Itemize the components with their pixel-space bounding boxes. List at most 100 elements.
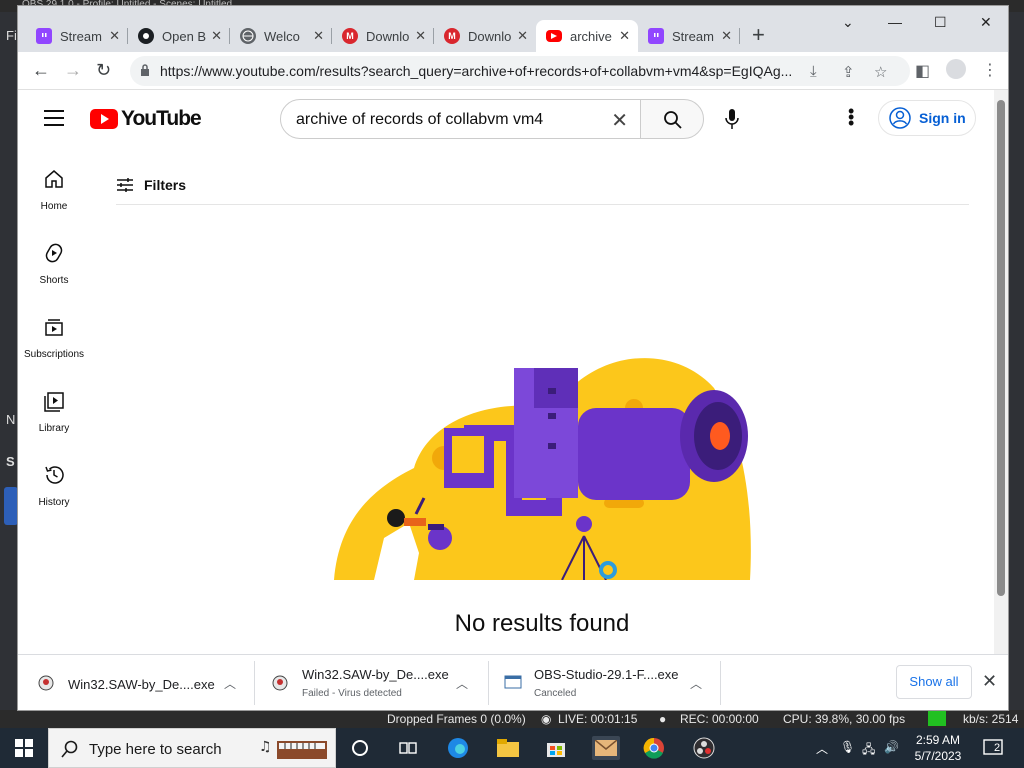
more-options-icon[interactable]: • • • — [848, 102, 854, 132]
search-input[interactable]: archive of records of collabvm vm4 ✕ — [280, 99, 641, 139]
bookmark-star-icon[interactable]: ☆ — [874, 63, 887, 81]
taskbar-search-placeholder: Type here to search — [89, 741, 222, 758]
close-window-icon[interactable]: ✕ — [980, 14, 992, 31]
tab-download-1[interactable]: M Downlo ✕ — [332, 20, 434, 52]
sign-in-button[interactable]: Sign in — [878, 100, 976, 136]
edge-icon[interactable] — [446, 736, 470, 760]
shorts-icon — [45, 243, 63, 263]
globe-icon — [240, 28, 256, 44]
network-icon[interactable]: 🖧 — [862, 740, 875, 761]
sidebar-item-shorts[interactable]: Shorts — [18, 242, 90, 288]
live-timer: LIVE: 00:01:15 — [558, 712, 638, 726]
cpu-usage: CPU: 39.8%, 30.00 fps — [783, 712, 906, 726]
address-bar[interactable]: https://www.youtube.com/results?search_q… — [130, 56, 910, 86]
notifications-icon[interactable]: 2 — [982, 736, 1006, 760]
cortana-icon[interactable] — [348, 736, 372, 760]
chevron-up-icon[interactable]: ︿ — [690, 675, 702, 692]
mail-icon[interactable] — [592, 736, 620, 760]
exe-file-icon — [272, 675, 288, 691]
mega-icon: M — [444, 28, 460, 44]
twitch-icon — [36, 28, 52, 44]
system-clock[interactable]: 2:59 AM 5/7/2023 — [906, 732, 970, 764]
show-hidden-icons-chevron-icon[interactable]: ︿ — [816, 740, 828, 757]
dropped-frames: Dropped Frames 0 (0.0%) — [387, 712, 526, 726]
windows-start-icon[interactable] — [12, 736, 36, 760]
obs-scene-button[interactable] — [4, 487, 18, 525]
profile-icon[interactable] — [946, 59, 966, 79]
rec-timer: REC: 00:00:00 — [680, 712, 759, 726]
forward-arrow-icon[interactable]: → — [64, 61, 82, 79]
reload-icon[interactable]: ↻ — [96, 61, 111, 79]
share-icon[interactable]: ⇪ — [842, 63, 855, 81]
chrome-icon[interactable] — [642, 736, 666, 760]
notification-count: 2 — [994, 742, 1001, 754]
chevron-up-icon[interactable]: ︿ — [224, 675, 236, 692]
microsoft-store-icon[interactable] — [544, 736, 568, 760]
filters-button[interactable]: Filters — [116, 176, 186, 194]
scrollbar-thumb[interactable] — [997, 100, 1005, 596]
close-tab-icon[interactable]: ✕ — [211, 28, 222, 44]
download-item[interactable]: Win32.SAW-by_De....exe Failed - Virus de… — [272, 661, 490, 705]
task-view-icon[interactable] — [396, 736, 420, 760]
close-tab-icon[interactable]: ✕ — [721, 28, 732, 44]
download-item[interactable]: Win32.SAW-by_De....exe ︿ — [38, 661, 256, 705]
clock-time: 2:59 AM — [915, 733, 961, 747]
show-all-button[interactable]: Show all — [896, 665, 972, 699]
sidebar-item-home[interactable]: Home — [18, 168, 90, 214]
tab-download-2[interactable]: M Downlo ✕ — [434, 20, 536, 52]
chrome-menu-icon[interactable]: ⋮ — [982, 60, 998, 80]
taskbar-search-box[interactable]: Type here to search ♫ — [48, 728, 336, 768]
maximize-icon[interactable]: ☐ — [934, 14, 947, 31]
close-shelf-icon[interactable]: ✕ — [982, 671, 997, 692]
close-tab-icon[interactable]: ✕ — [313, 28, 324, 44]
tab-twitch-stream[interactable]: Stream ✕ — [26, 20, 128, 52]
sidebar-item-history[interactable]: History — [18, 464, 90, 510]
search-button[interactable] — [640, 99, 704, 139]
volume-icon[interactable]: 🔊 — [884, 740, 899, 754]
obs-left-panel: Fi N S — [0, 12, 18, 712]
side-panel-icon[interactable]: ◧ — [915, 61, 930, 81]
download-filename: OBS-Studio-29.1-F....exe — [534, 667, 679, 682]
download-item[interactable]: OBS-Studio-29.1-F....exe Canceled ︿ — [504, 661, 722, 705]
search-query[interactable]: archive of records of collabvm vm4 — [296, 111, 543, 129]
chevron-up-icon[interactable]: ︿ — [456, 675, 468, 692]
microphone-tray-icon[interactable]: 🎙 — [840, 740, 855, 754]
sign-in-label: Sign in — [919, 110, 966, 126]
close-tab-icon[interactable]: ✕ — [415, 28, 426, 44]
sidebar-item-label: Home — [40, 201, 68, 212]
tab-title: Welco — [264, 28, 300, 44]
empty-state-message: No results found — [454, 610, 630, 637]
close-tab-icon[interactable]: ✕ — [109, 28, 120, 44]
youtube-logo[interactable]: YouTube — [90, 107, 202, 131]
clear-search-icon[interactable]: ✕ — [611, 108, 628, 133]
page-scrollbar[interactable] — [994, 90, 1008, 654]
tab-twitch-stream-2[interactable]: Stream ✕ — [638, 20, 740, 52]
exe-file-icon — [38, 675, 54, 691]
tab-search-chevron-icon[interactable]: ⌄ — [842, 14, 854, 31]
back-arrow-icon[interactable]: ← — [32, 61, 50, 79]
close-tab-icon[interactable]: ✕ — [619, 28, 630, 44]
download-filename: Win32.SAW-by_De....exe — [68, 677, 215, 692]
youtube-play-icon — [90, 109, 118, 129]
tab-youtube-archive[interactable]: archive ✕ — [536, 20, 638, 52]
download-status: Failed - Virus detected — [302, 688, 402, 699]
file-explorer-icon[interactable] — [496, 736, 520, 760]
install-app-icon[interactable]: ⤓ — [810, 63, 817, 80]
tab-welcome[interactable]: Welco ✕ — [230, 20, 332, 52]
search-highlight-piano-icon: ♫ — [259, 739, 327, 759]
youtube-icon — [546, 30, 562, 42]
sidebar-item-library[interactable]: Library — [18, 390, 90, 436]
menu-hamburger-icon[interactable] — [44, 110, 64, 126]
new-tab-icon[interactable]: + — [752, 24, 765, 46]
url-text[interactable]: https://www.youtube.com/results?search_q… — [160, 63, 800, 79]
svg-text:♫: ♫ — [259, 739, 272, 755]
minimize-icon[interactable]: — — [888, 14, 902, 30]
obs-right-panel — [1008, 12, 1024, 712]
microphone-icon[interactable] — [724, 108, 740, 130]
subscriptions-icon — [45, 319, 63, 336]
tab-open-b[interactable]: Open B ✕ — [128, 20, 230, 52]
obs-icon[interactable] — [692, 736, 716, 760]
sidebar-item-subscriptions[interactable]: Subscriptions — [18, 316, 90, 362]
close-tab-icon[interactable]: ✕ — [517, 28, 528, 44]
obs-status-bar: Dropped Frames 0 (0.0%) ◉ LIVE: 00:01:15… — [0, 710, 1024, 728]
